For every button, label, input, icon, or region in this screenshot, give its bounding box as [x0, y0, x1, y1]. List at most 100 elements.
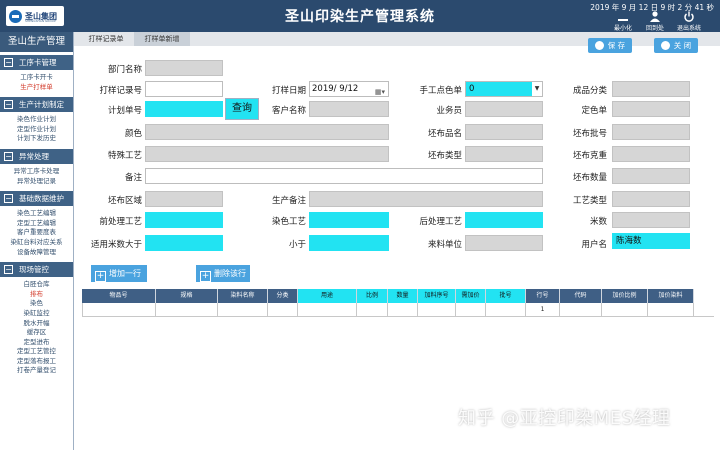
- pre-craft-input[interactable]: [145, 212, 223, 228]
- col-header[interactable]: 比例: [357, 289, 388, 303]
- sidebar-item[interactable]: 定型工艺编辑: [0, 219, 73, 229]
- user-icon: [650, 11, 660, 22]
- sidebar-item[interactable]: 脱水开幅: [0, 319, 73, 329]
- table-cell[interactable]: [456, 303, 486, 316]
- record-no-input[interactable]: [145, 81, 223, 97]
- calendar-dropdown-icon[interactable]: ▦▾: [375, 85, 385, 99]
- greige-name-label: 坯布品名: [427, 129, 462, 139]
- col-header[interactable]: 分类: [268, 289, 298, 303]
- product-class-field[interactable]: [612, 81, 690, 97]
- greige-qty-field[interactable]: [612, 168, 690, 184]
- sidebar-item[interactable]: 染缸监控: [0, 309, 73, 319]
- col-header[interactable]: 规格: [156, 289, 218, 303]
- minimize-button[interactable]: 最小化: [608, 11, 638, 32]
- dye-craft-input[interactable]: [309, 212, 389, 228]
- post-craft-label: 后处理工艺: [419, 217, 462, 227]
- table-cell[interactable]: [298, 303, 357, 316]
- sidebar-item[interactable]: 染色作业计划: [0, 115, 73, 125]
- table-cell-row-number[interactable]: 1: [526, 303, 560, 316]
- greige-weight-field[interactable]: [612, 146, 690, 162]
- sidebar-item[interactable]: 白胚仓库: [0, 280, 73, 290]
- delete-row-button[interactable]: + 删除该行: [196, 265, 250, 282]
- sidebar-group-exception[interactable]: − 异常处理: [0, 148, 73, 164]
- sidebar-item[interactable]: 计划下发历史: [0, 134, 73, 144]
- table-cell[interactable]: [156, 303, 218, 316]
- sidebar-item[interactable]: 定型作业计划: [0, 125, 73, 135]
- salesman-field[interactable]: [465, 101, 543, 117]
- sidebar-group-process-card[interactable]: − 工序卡管理: [0, 55, 73, 70]
- col-header[interactable]: 染料名称: [218, 289, 268, 303]
- col-header[interactable]: 代码: [560, 289, 602, 303]
- color-order-field[interactable]: [612, 101, 690, 117]
- table-cell[interactable]: [486, 303, 526, 316]
- table-cell[interactable]: [218, 303, 268, 316]
- meters-gt-input[interactable]: [145, 235, 223, 251]
- sample-date-picker[interactable]: 2019/ 9/12 ▦▾: [309, 81, 389, 97]
- table-cell[interactable]: [560, 303, 602, 316]
- col-header[interactable]: 加价比例: [602, 289, 648, 303]
- chevron-down-icon[interactable]: ▼: [532, 82, 542, 96]
- sidebar-group-onsite[interactable]: − 现场管控: [0, 262, 73, 278]
- greige-batch-field[interactable]: [612, 124, 690, 140]
- sidebar-item[interactable]: 打卷产量登记: [0, 366, 73, 376]
- table-cell[interactable]: [82, 303, 156, 316]
- table-cell[interactable]: [602, 303, 648, 316]
- sidebar-item[interactable]: 设备故障管理: [0, 248, 73, 258]
- unit-field[interactable]: [465, 235, 543, 251]
- col-header[interactable]: 行号: [526, 289, 560, 303]
- sidebar-item-active[interactable]: 生产打样单: [0, 83, 73, 93]
- table-cell[interactable]: [648, 303, 694, 316]
- craft-type-field[interactable]: [612, 191, 690, 207]
- col-header[interactable]: 加价染料: [648, 289, 694, 303]
- dept-field[interactable]: [145, 60, 223, 76]
- greige-type-field[interactable]: [465, 146, 543, 162]
- table-cell[interactable]: [388, 303, 418, 316]
- watermark-text: 知乎 @亚控印染MES经理: [458, 408, 671, 429]
- close-button[interactable]: 关 闭: [654, 38, 698, 53]
- table-cell[interactable]: [357, 303, 388, 316]
- table-cell[interactable]: [268, 303, 298, 316]
- table-row[interactable]: 1: [82, 303, 714, 317]
- sidebar-group-basedata[interactable]: − 基础数据维护: [0, 191, 73, 207]
- greige-name-field[interactable]: [465, 124, 543, 140]
- tab-sample-records[interactable]: 打样记录单: [78, 32, 134, 46]
- sidebar-item-active[interactable]: 排布: [0, 290, 73, 300]
- sidebar-item[interactable]: 异常处理记录: [0, 177, 73, 187]
- special-craft-field[interactable]: [145, 146, 389, 162]
- sidebar-group-plan[interactable]: − 生产计划制定: [0, 97, 73, 113]
- meters-field[interactable]: [612, 212, 690, 228]
- exit-button[interactable]: 退出系统: [674, 11, 704, 32]
- manual-spot-select[interactable]: 0 ▼: [465, 81, 543, 97]
- plan-no-input[interactable]: [145, 101, 223, 117]
- sidebar-item[interactable]: 染色: [0, 299, 73, 309]
- user-field[interactable]: 陈海数: [612, 233, 690, 249]
- area-field[interactable]: [145, 191, 223, 207]
- sidebar-item[interactable]: 染色工艺编辑: [0, 209, 73, 219]
- collapse-icon: −: [4, 58, 13, 67]
- table-cell[interactable]: [418, 303, 456, 316]
- sidebar-item[interactable]: 定型工艺管控: [0, 347, 73, 357]
- minimize-label: 最小化: [613, 25, 632, 32]
- col-header[interactable]: 加料序号: [418, 289, 456, 303]
- prod-remark-field[interactable]: [309, 191, 543, 207]
- col-header[interactable]: 用途: [298, 289, 357, 303]
- sidebar-item[interactable]: 客户重要度表: [0, 228, 73, 238]
- save-button[interactable]: 保 存: [588, 38, 632, 53]
- sidebar-item[interactable]: 染缸台料对应关系: [0, 238, 73, 248]
- sidebar-item[interactable]: 异常工序卡处理: [0, 167, 73, 177]
- col-header[interactable]: 数量: [388, 289, 418, 303]
- back-button[interactable]: 回到处: [640, 11, 670, 32]
- color-field[interactable]: [145, 124, 389, 140]
- add-row-button[interactable]: + 增加一行: [91, 265, 147, 282]
- post-craft-input[interactable]: [465, 212, 543, 228]
- customer-field[interactable]: [309, 101, 389, 117]
- less-than-input[interactable]: [309, 235, 389, 251]
- sidebar-item[interactable]: 定型进布: [0, 338, 73, 348]
- remark-input[interactable]: [145, 168, 543, 184]
- sidebar-item[interactable]: 缓存区: [0, 328, 73, 338]
- col-header[interactable]: 物品号: [82, 289, 156, 303]
- col-header[interactable]: 需加价: [456, 289, 486, 303]
- sidebar-item[interactable]: 工序卡开卡: [0, 73, 73, 83]
- col-header[interactable]: 批号: [486, 289, 526, 303]
- tab-sample-new[interactable]: 打样单新增: [134, 32, 190, 46]
